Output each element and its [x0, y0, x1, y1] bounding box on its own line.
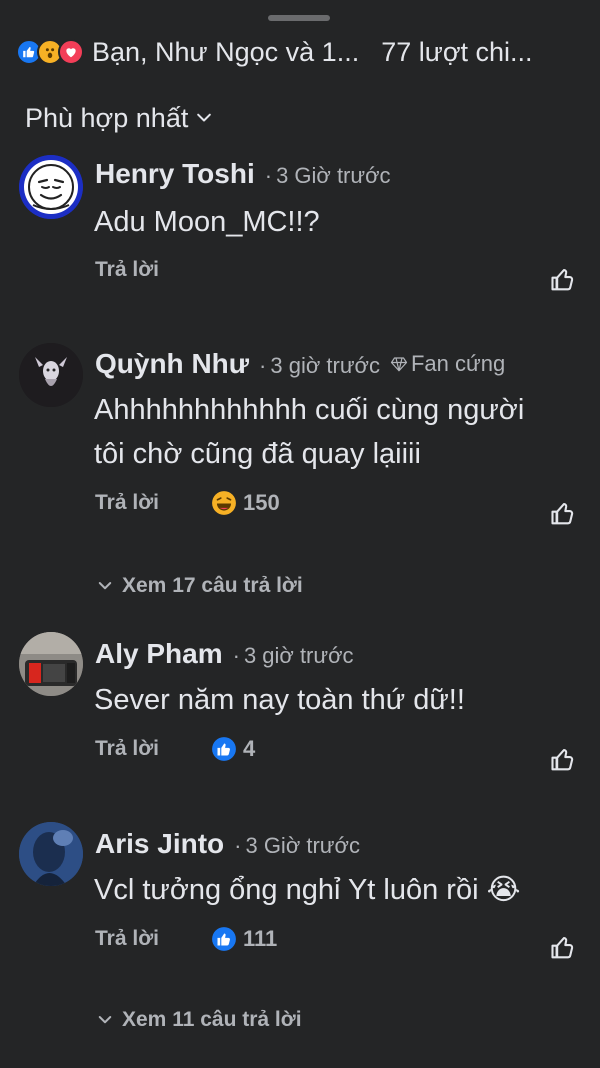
haha-icon: [211, 490, 237, 516]
share-count-text[interactable]: 77 lượt chi...: [381, 37, 532, 68]
avatar[interactable]: [19, 822, 83, 886]
view-replies-label: Xem 17 câu trả lời: [122, 574, 303, 597]
chevron-down-icon: [98, 1016, 112, 1024]
view-replies-button[interactable]: Xem 11 câu trả lời: [96, 1008, 302, 1032]
chevron-down-icon: [98, 582, 112, 590]
avatar[interactable]: [19, 343, 83, 407]
sort-label: Phù hợp nhất: [25, 102, 189, 133]
reaction-count: 4: [242, 736, 256, 761]
sort-dropdown[interactable]: Phù hợp nhất: [25, 98, 214, 138]
reaction-count: 150: [242, 490, 280, 515]
love-icon: [58, 39, 84, 65]
like-icon: [211, 926, 237, 952]
reaction-summary[interactable]: 150: [211, 490, 280, 516]
like-icon[interactable]: [549, 746, 577, 779]
comment-text: Adu Moon_MC!!?: [94, 206, 320, 238]
reaction-summary[interactable]: 111: [211, 926, 277, 952]
sheet-drag-handle[interactable]: [268, 15, 330, 21]
view-replies-label: Xem 11 câu trả lời: [122, 1008, 302, 1031]
like-icon: [211, 736, 237, 762]
like-icon[interactable]: [549, 266, 577, 299]
reply-button[interactable]: Trả lời: [95, 258, 159, 282]
reactors-text[interactable]: Bạn, Như Ngọc và 1...: [92, 37, 359, 68]
comments-sheet: Bạn, Như Ngọc và 1... 77 lượt chi... Phù…: [0, 0, 600, 1068]
comment-time: · 3 Giờ trước: [234, 833, 360, 858]
fan-badge: Fan cứng: [390, 351, 505, 377]
reply-button[interactable]: Trả lời: [95, 737, 159, 761]
comment-text: Ahhhhhhhhhhhh cuối cùng người tôi chờ cũ…: [94, 394, 525, 470]
comment-time: · 3 Giờ trước: [264, 163, 391, 188]
avatar[interactable]: [19, 632, 83, 696]
diamond-icon: [390, 357, 408, 372]
reaction-summary[interactable]: 4: [211, 736, 255, 762]
comment-text: Vcl tưởng ổng nghỉ Yt luôn rồi 😭: [94, 874, 521, 906]
comment-text: Sever năm nay toàn thứ dữ!!: [94, 684, 465, 716]
reactions-summary-bar[interactable]: Bạn, Như Ngọc và 1... 77 lượt chi...: [16, 30, 586, 74]
avatar[interactable]: [19, 155, 83, 219]
reply-button[interactable]: Trả lời: [95, 491, 159, 515]
comment-time: · 3 giờ trước: [259, 353, 380, 378]
reaction-icons: [16, 39, 84, 65]
commenter-name[interactable]: Henry Toshi: [95, 158, 255, 190]
commenter-name[interactable]: Aris Jinto: [95, 828, 224, 860]
like-icon[interactable]: [549, 934, 577, 967]
reply-button[interactable]: Trả lời: [95, 927, 159, 951]
view-replies-button[interactable]: Xem 17 câu trả lời: [96, 574, 303, 598]
commenter-name[interactable]: Aly Pham: [95, 638, 223, 670]
reaction-count: 111: [242, 926, 278, 951]
like-icon[interactable]: [549, 500, 577, 533]
comment-time: · 3 giờ trước: [232, 643, 354, 668]
chevron-down-icon: [197, 113, 212, 122]
commenter-name[interactable]: Quỳnh Như: [95, 348, 249, 380]
